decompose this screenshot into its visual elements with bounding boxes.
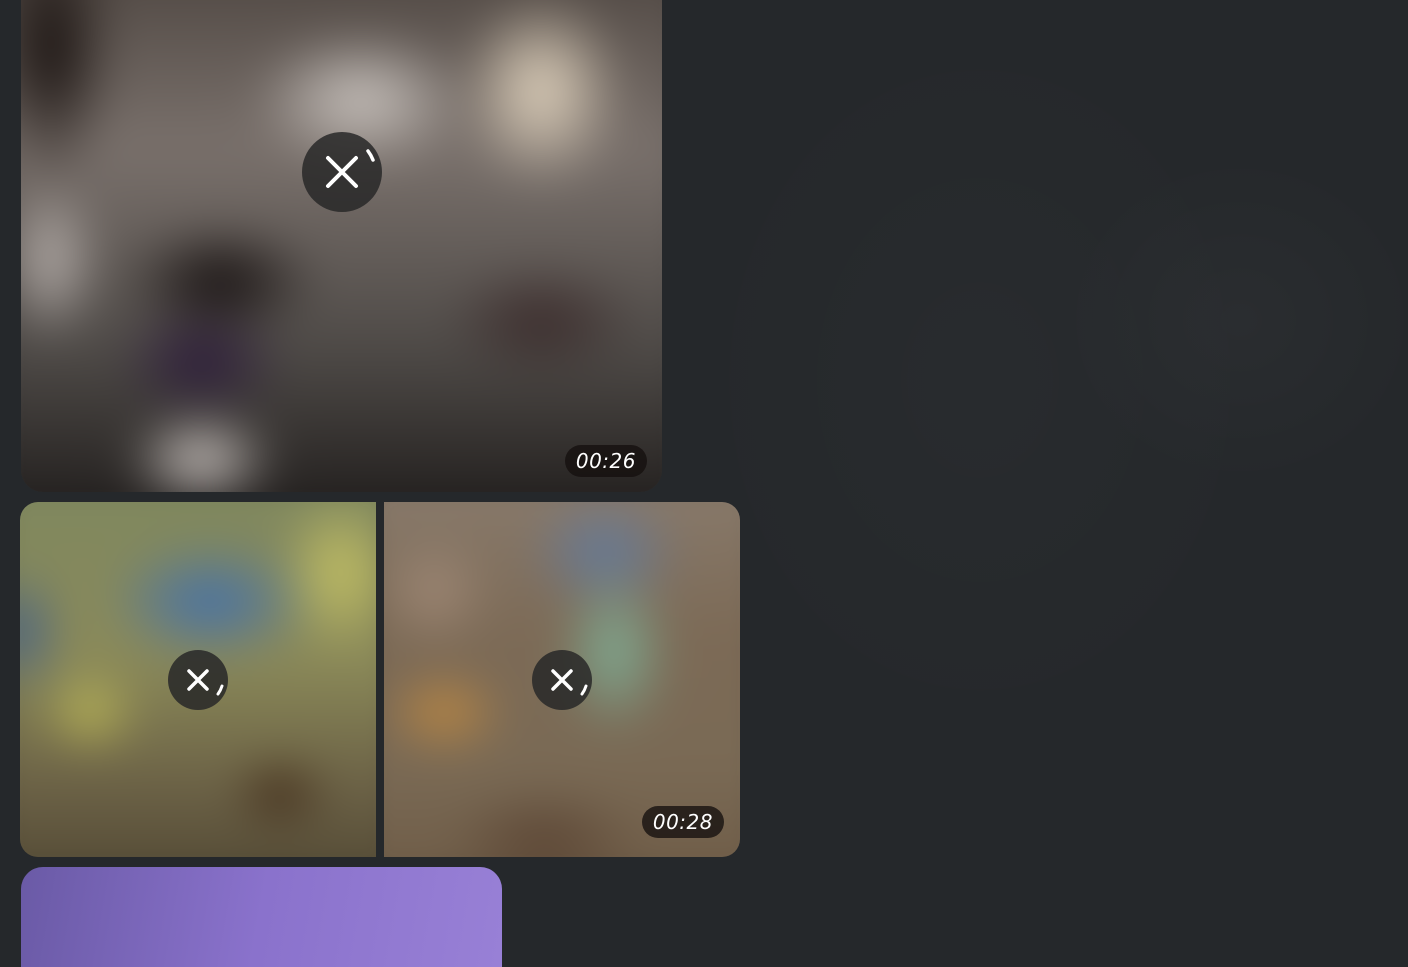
media-item-photo-1[interactable] <box>20 502 376 857</box>
upload-progress-ring <box>216 684 224 696</box>
media-item-video-1[interactable]: 00:26 <box>21 0 662 492</box>
cancel-upload-button[interactable] <box>532 650 592 710</box>
video-thumbnail-blurred <box>21 0 662 492</box>
video-duration-badge: 00:26 <box>564 445 647 477</box>
cancel-upload-button[interactable] <box>302 132 382 212</box>
cancel-upload-button[interactable] <box>168 650 228 710</box>
close-icon <box>326 149 375 188</box>
close-icon <box>187 669 224 696</box>
media-item-video-2[interactable]: 00:28 <box>384 502 740 857</box>
media-item-photo-2[interactable] <box>21 867 502 967</box>
video-duration-badge: 00:28 <box>641 806 724 838</box>
upload-progress-ring <box>366 149 375 162</box>
upload-progress-ring <box>580 684 588 696</box>
close-icon <box>551 669 588 696</box>
photo-thumbnail <box>21 867 502 967</box>
